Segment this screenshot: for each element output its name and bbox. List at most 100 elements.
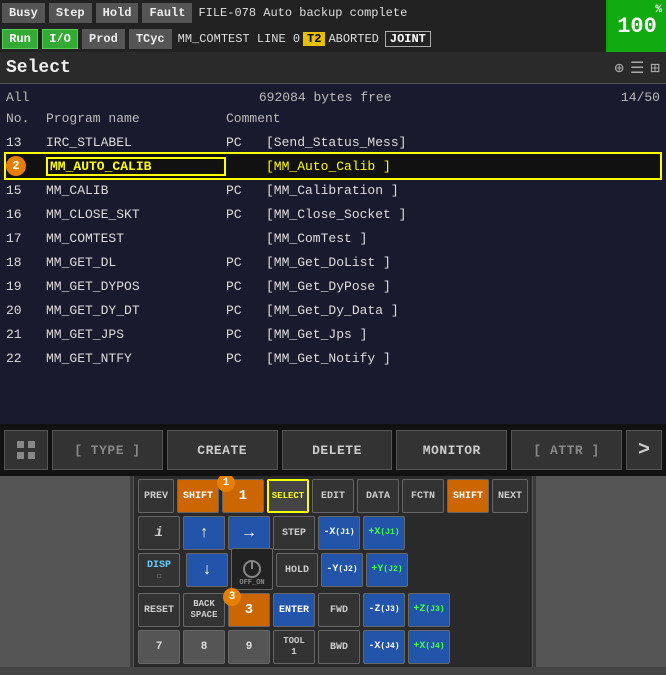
fwd-key[interactable]: FWD [318,593,360,627]
io-btn[interactable]: I/O [42,29,78,49]
col-comment-header: Comment [226,111,660,126]
key-8[interactable]: 8 [183,630,225,664]
row-comment: [Send_Status_Mess] [266,135,660,150]
row-comment: [MM_Get_Jps ] [266,327,660,342]
hold-btn[interactable]: Hold [96,3,139,23]
table-row[interactable]: 18 MM_GET_DL PC [MM_Get_DoList ] [6,250,660,274]
prod-btn[interactable]: Prod [82,29,125,49]
plus-y-j2-key[interactable]: +Y(J2) [366,553,408,587]
backspace-key[interactable]: BACKSPACE [183,593,225,627]
badge-3: 3 [223,588,241,606]
minus-z-j3-key[interactable]: -Z(J3) [363,593,405,627]
table-row[interactable]: 19 MM_GET_DYPOS PC [MM_Get_DyPose ] [6,274,660,298]
run-btn[interactable]: Run [2,29,38,49]
table-row[interactable]: 20 MM_GET_DY_DT PC [MM_Get_Dy_Data ] [6,298,660,322]
disp-key[interactable]: DISP ☐ [138,553,180,587]
row-type: PC [226,279,266,294]
enter-key[interactable]: ENTER [273,593,315,627]
filename-text: FILE-078 Auto backup complete [198,6,407,20]
row-type: PC [226,351,266,366]
shift-key-left[interactable]: SHIFT [177,479,219,513]
list-view-icon[interactable]: ☰ [630,58,644,78]
table-row-selected[interactable]: 2 MM_AUTO_CALIB [MM_Auto_Calib ] [6,154,660,178]
row-name: MM_GET_JPS [46,327,226,342]
attr-button[interactable]: [ ATTR ] [511,430,622,470]
type-button[interactable]: [ TYPE ] [52,430,163,470]
step-btn[interactable]: Step [49,3,92,23]
table-row[interactable]: 13 IRC_STLABEL PC [Send_Status_Mess] [6,130,660,154]
more-button[interactable]: > [626,430,662,470]
row-name-selected: MM_AUTO_CALIB [46,157,226,176]
row-name: MM_CLOSE_SKT [46,207,226,222]
status-message: FILE-078 Auto backup complete [194,6,606,20]
minus-y-j2-key[interactable]: -Y(J2) [321,553,363,587]
keypad-area: PREV SHIFT 1 1 SELECT EDIT DATA FCTN SHI… [0,476,666,667]
plus-x-j4-key[interactable]: +X(J4) [408,630,450,664]
zoom-icon[interactable]: ⊕ [614,58,624,78]
bwd-key[interactable]: BWD [318,630,360,664]
fctn-key[interactable]: FCTN [402,479,444,513]
row-comment: [MM_Get_DoList ] [266,255,660,270]
row-name: MM_CALIB [46,183,226,198]
table-row[interactable]: 15 MM_CALIB PC [MM_Calibration ] [6,178,660,202]
table-row[interactable]: 22 MM_GET_NTFY PC [MM_Get_Notify ] [6,346,660,370]
row-type: PC [226,207,266,222]
minus-x-j4-key[interactable]: -X(J4) [363,630,405,664]
shift-key-right[interactable]: SHIFT [447,479,489,513]
create-button[interactable]: CREATE [167,430,278,470]
key-7[interactable]: 7 [138,630,180,664]
key-1[interactable]: 1 1 [222,479,264,513]
step-key[interactable]: STEP [273,516,315,550]
row-name: MM_COMTEST [46,231,226,246]
fault-btn[interactable]: Fault [142,3,192,23]
joint-badge: JOINT [385,31,431,47]
minus-x-j1-key[interactable]: -X(J1) [318,516,360,550]
down-key[interactable]: ↓ [186,553,228,587]
status-bar: Busy Step Hold Fault FILE-078 Auto backu… [0,0,666,52]
plus-z-j3-key[interactable]: +Z(J3) [408,593,450,627]
reset-key[interactable]: RESET [138,593,180,627]
right-page-key[interactable]: → [228,516,270,550]
row-name: MM_GET_NTFY [46,351,226,366]
status-left: Busy Step Hold Fault FILE-078 Auto backu… [0,0,606,52]
row-no: 2 [6,156,46,176]
info-key[interactable]: i [138,516,180,550]
status-message-2: MM_COMTEST LINE 0 T2 ABORTED JOINT [174,31,606,47]
select-key[interactable]: SELECT [267,479,309,513]
grid-menu-button[interactable] [4,430,48,470]
delete-button[interactable]: DELETE [282,430,393,470]
power-off-key[interactable]: OFF_ON [231,548,273,590]
keypad-row-5: 7 8 9 TOOL1 BWD -X(J4) +X(J4) [138,630,528,664]
grid-view-icon[interactable]: ⊞ [650,58,660,78]
keypad-row-2: i ↑ → STEP -X(J1) +X(J1) [138,516,528,550]
key-3[interactable]: 3 3 [228,593,270,627]
row-name: MM_GET_DYPOS [46,279,226,294]
row-no: 20 [6,303,46,318]
table-row[interactable]: 17 MM_COMTEST [MM_ComTest ] [6,226,660,250]
monitor-button[interactable]: MONITOR [396,430,507,470]
select-header: Select ⊕ ☰ ⊞ [0,52,666,84]
keypad-bg-right [536,476,666,667]
toolbar: [ TYPE ] CREATE DELETE MONITOR [ ATTR ] … [0,424,666,476]
next-key[interactable]: NEXT [492,479,528,513]
edit-key[interactable]: EDIT [312,479,354,513]
table-row[interactable]: 21 MM_GET_JPS PC [MM_Get_Jps ] [6,322,660,346]
tool1-key[interactable]: TOOL1 [273,630,315,664]
row-type: PC [226,183,266,198]
hold-key[interactable]: HOLD [276,553,318,587]
busy-btn[interactable]: Busy [2,3,45,23]
plus-x-j1-key[interactable]: +X(J1) [363,516,405,550]
all-label: All [6,90,29,105]
table-row[interactable]: 16 MM_CLOSE_SKT PC [MM_Close_Socket ] [6,202,660,226]
badge-1: 1 [217,476,235,492]
list-info-row: All 692084 bytes free 14/50 [6,88,660,107]
key-9[interactable]: 9 [228,630,270,664]
data-key[interactable]: DATA [357,479,399,513]
tcyc-btn[interactable]: TCyc [129,29,172,49]
row-name: IRC_STLABEL [46,135,226,150]
percent-symbol: % [655,4,662,16]
row-comment: [MM_Get_DyPose ] [266,279,660,294]
prev-key[interactable]: PREV [138,479,174,513]
up-page-key[interactable]: ↑ [183,516,225,550]
row-comment: [MM_Auto_Calib ] [266,159,660,174]
